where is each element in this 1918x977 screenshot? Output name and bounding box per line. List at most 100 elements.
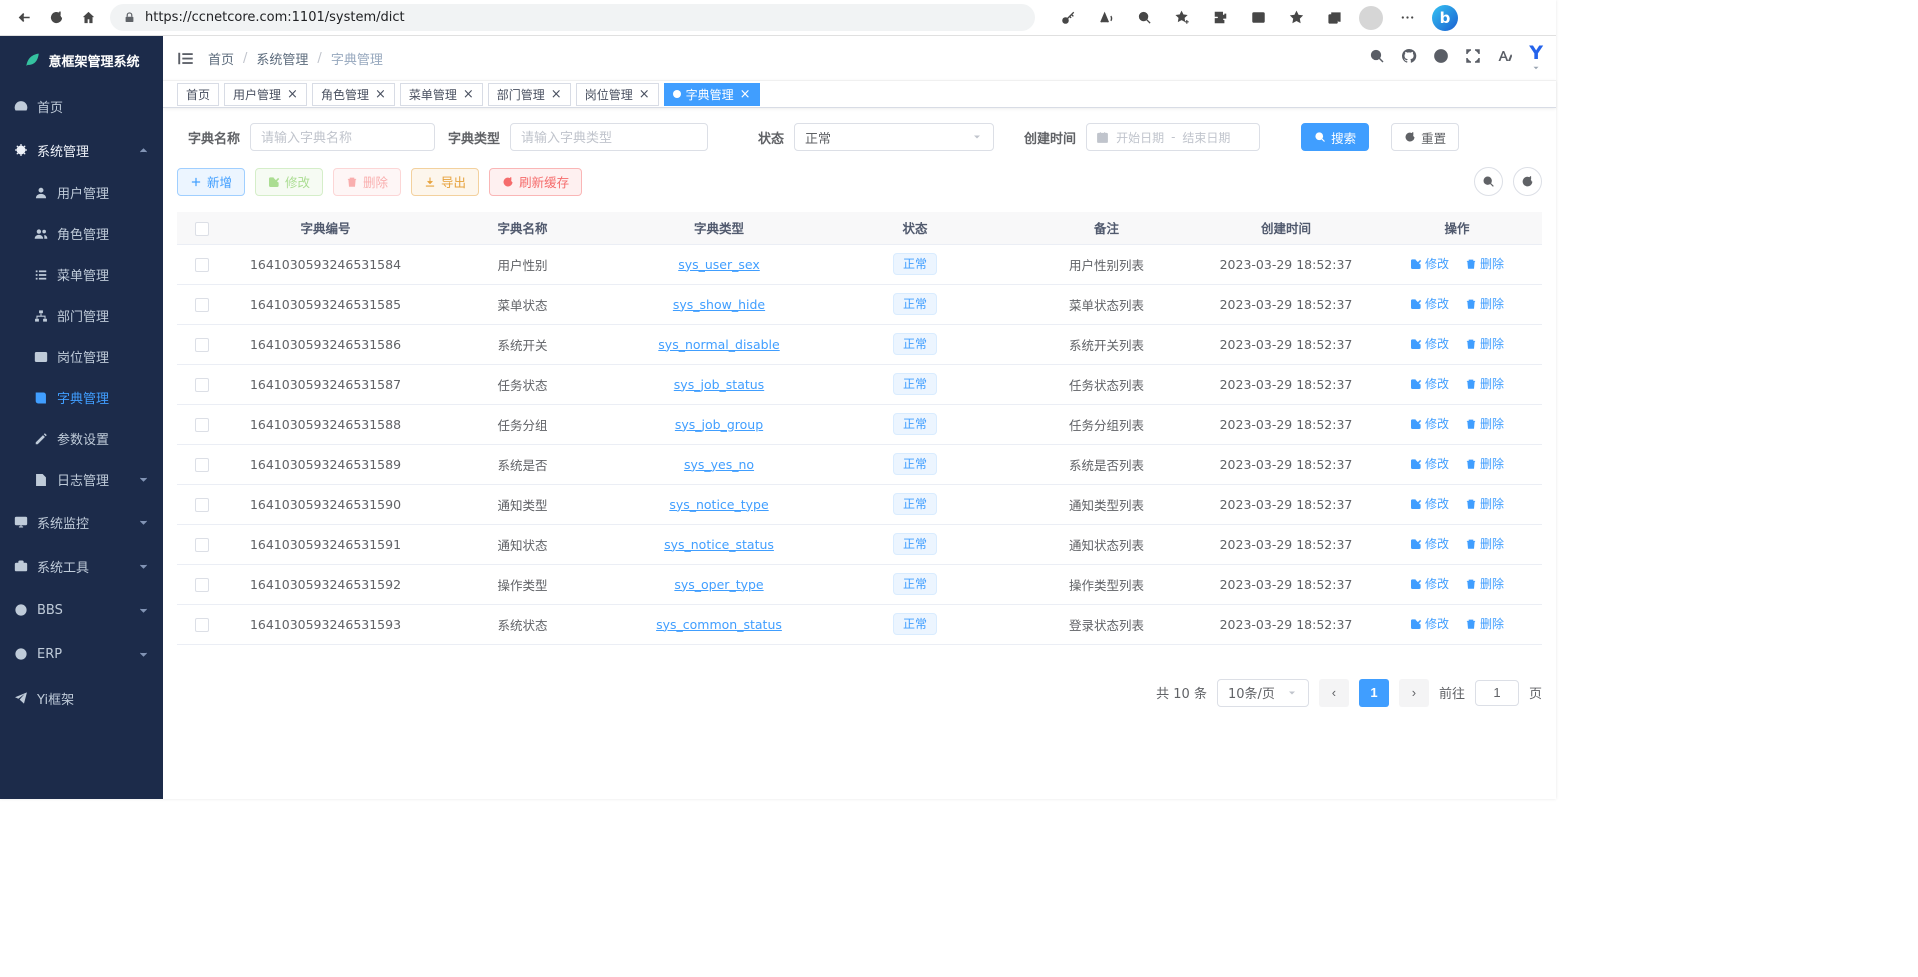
sidebar-item-erp[interactable]: ERP bbox=[0, 632, 163, 676]
split-screen-button[interactable] bbox=[1245, 4, 1272, 31]
row-checkbox[interactable] bbox=[195, 578, 209, 592]
more-button[interactable] bbox=[1394, 4, 1421, 31]
next-page-button[interactable]: › bbox=[1399, 679, 1429, 707]
edit-button[interactable]: 修改 bbox=[255, 168, 323, 196]
row-delete-link[interactable]: 删除 bbox=[1465, 295, 1504, 312]
help-button[interactable] bbox=[1433, 48, 1449, 68]
row-edit-link[interactable]: 修改 bbox=[1410, 535, 1449, 552]
search-button[interactable] bbox=[1369, 48, 1385, 68]
row-checkbox[interactable] bbox=[195, 378, 209, 392]
dict-type-link[interactable]: sys_normal_disable bbox=[658, 337, 779, 352]
reload-button[interactable] bbox=[40, 3, 72, 33]
row-edit-link[interactable]: 修改 bbox=[1410, 415, 1449, 432]
dict-type-link[interactable]: sys_notice_type bbox=[669, 497, 768, 512]
favorites-button[interactable] bbox=[1283, 4, 1310, 31]
add-button[interactable]: 新增 bbox=[177, 168, 245, 196]
tab-5[interactable]: 岗位管理× bbox=[576, 83, 659, 106]
tab-2[interactable]: 角色管理× bbox=[312, 83, 395, 106]
favorite-add-button[interactable] bbox=[1169, 4, 1196, 31]
row-delete-link[interactable]: 删除 bbox=[1465, 415, 1504, 432]
sidebar-item-user-management[interactable]: 用户管理 bbox=[0, 172, 163, 213]
sidebar-item-menu-management[interactable]: 菜单管理 bbox=[0, 254, 163, 295]
row-delete-link[interactable]: 删除 bbox=[1465, 495, 1504, 512]
tab-close-icon[interactable]: × bbox=[639, 88, 650, 101]
delete-button[interactable]: 删除 bbox=[333, 168, 401, 196]
row-checkbox[interactable] bbox=[195, 538, 209, 552]
prev-page-button[interactable]: ‹ bbox=[1319, 679, 1349, 707]
dict-type-link[interactable]: sys_user_sex bbox=[678, 257, 760, 272]
row-delete-link[interactable]: 删除 bbox=[1465, 375, 1504, 392]
tab-3[interactable]: 菜单管理× bbox=[400, 83, 483, 106]
row-checkbox[interactable] bbox=[195, 338, 209, 352]
sidebar-item-param-settings[interactable]: 参数设置 bbox=[0, 418, 163, 459]
sidebar-item-dept-management[interactable]: 部门管理 bbox=[0, 295, 163, 336]
export-button[interactable]: 导出 bbox=[411, 168, 479, 196]
breadcrumb-system[interactable]: 系统管理 bbox=[256, 49, 308, 68]
row-checkbox[interactable] bbox=[195, 498, 209, 512]
tab-4[interactable]: 部门管理× bbox=[488, 83, 571, 106]
sidebar-item-home[interactable]: 首页 bbox=[0, 84, 163, 128]
browser-home-button[interactable] bbox=[72, 3, 104, 33]
row-delete-link[interactable]: 删除 bbox=[1465, 575, 1504, 592]
zoom-button[interactable] bbox=[1131, 4, 1158, 31]
password-key-button[interactable] bbox=[1055, 4, 1082, 31]
dict-type-link[interactable]: sys_yes_no bbox=[684, 457, 754, 472]
read-aloud-button[interactable] bbox=[1093, 4, 1120, 31]
sidebar-item-log-management[interactable]: 日志管理 bbox=[0, 459, 163, 500]
current-page-button[interactable]: 1 bbox=[1359, 679, 1389, 707]
sidebar-toggle-icon[interactable] bbox=[177, 50, 194, 67]
tab-close-icon[interactable]: × bbox=[375, 88, 386, 101]
collections-button[interactable] bbox=[1321, 4, 1348, 31]
row-edit-link[interactable]: 修改 bbox=[1410, 455, 1449, 472]
dict-type-input[interactable] bbox=[510, 123, 708, 151]
profile-avatar[interactable] bbox=[1359, 6, 1383, 30]
dict-type-link[interactable]: sys_job_status bbox=[674, 377, 764, 392]
page-size-select[interactable]: 10条/页 bbox=[1217, 679, 1309, 707]
dict-type-link[interactable]: sys_notice_status bbox=[664, 537, 774, 552]
sidebar-item-yi-framework[interactable]: Yi框架 bbox=[0, 676, 163, 720]
status-select[interactable]: 正常 bbox=[794, 123, 994, 151]
row-delete-link[interactable]: 删除 bbox=[1465, 255, 1504, 272]
dict-type-link[interactable]: sys_job_group bbox=[675, 417, 763, 432]
date-range-picker[interactable]: 开始日期 - 结束日期 bbox=[1086, 123, 1260, 151]
bing-icon[interactable]: b bbox=[1432, 5, 1458, 31]
row-edit-link[interactable]: 修改 bbox=[1410, 575, 1449, 592]
dict-name-input[interactable] bbox=[250, 123, 435, 151]
row-edit-link[interactable]: 修改 bbox=[1410, 335, 1449, 352]
extensions-button[interactable] bbox=[1207, 4, 1234, 31]
row-checkbox[interactable] bbox=[195, 418, 209, 432]
row-edit-link[interactable]: 修改 bbox=[1410, 255, 1449, 272]
row-edit-link[interactable]: 修改 bbox=[1410, 295, 1449, 312]
row-checkbox[interactable] bbox=[195, 618, 209, 632]
row-delete-link[interactable]: 删除 bbox=[1465, 455, 1504, 472]
row-edit-link[interactable]: 修改 bbox=[1410, 375, 1449, 392]
breadcrumb-home[interactable]: 首页 bbox=[208, 49, 234, 68]
tab-1[interactable]: 用户管理× bbox=[224, 83, 307, 106]
tab-close-icon[interactable]: × bbox=[463, 88, 474, 101]
tab-0[interactable]: 首页 bbox=[177, 83, 219, 106]
tab-close-icon[interactable]: × bbox=[551, 88, 562, 101]
font-size-button[interactable] bbox=[1497, 48, 1513, 68]
brand-logo[interactable]: Y bbox=[1529, 44, 1542, 73]
sidebar-item-system-management[interactable]: 系统管理 bbox=[0, 128, 163, 172]
fullscreen-button[interactable] bbox=[1465, 48, 1481, 68]
row-delete-link[interactable]: 删除 bbox=[1465, 535, 1504, 552]
toggle-search-button[interactable] bbox=[1474, 167, 1503, 196]
select-all-checkbox[interactable] bbox=[195, 222, 209, 236]
sidebar-item-system-monitor[interactable]: 系统监控 bbox=[0, 500, 163, 544]
sidebar-item-role-management[interactable]: 角色管理 bbox=[0, 213, 163, 254]
sidebar-item-system-tools[interactable]: 系统工具 bbox=[0, 544, 163, 588]
row-checkbox[interactable] bbox=[195, 458, 209, 472]
back-button[interactable] bbox=[8, 3, 40, 33]
row-edit-link[interactable]: 修改 bbox=[1410, 615, 1449, 632]
sidebar-item-post-management[interactable]: 岗位管理 bbox=[0, 336, 163, 377]
reset-button[interactable]: 重置 bbox=[1391, 123, 1459, 151]
goto-page-input[interactable] bbox=[1475, 680, 1519, 706]
row-delete-link[interactable]: 删除 bbox=[1465, 615, 1504, 632]
github-button[interactable] bbox=[1401, 48, 1417, 68]
tab-close-icon[interactable]: × bbox=[740, 88, 751, 101]
sidebar-item-dict-management[interactable]: 字典管理 bbox=[0, 377, 163, 418]
address-bar[interactable]: https://ccnetcore.com:1101/system/dict bbox=[110, 4, 1035, 31]
row-checkbox[interactable] bbox=[195, 298, 209, 312]
row-edit-link[interactable]: 修改 bbox=[1410, 495, 1449, 512]
